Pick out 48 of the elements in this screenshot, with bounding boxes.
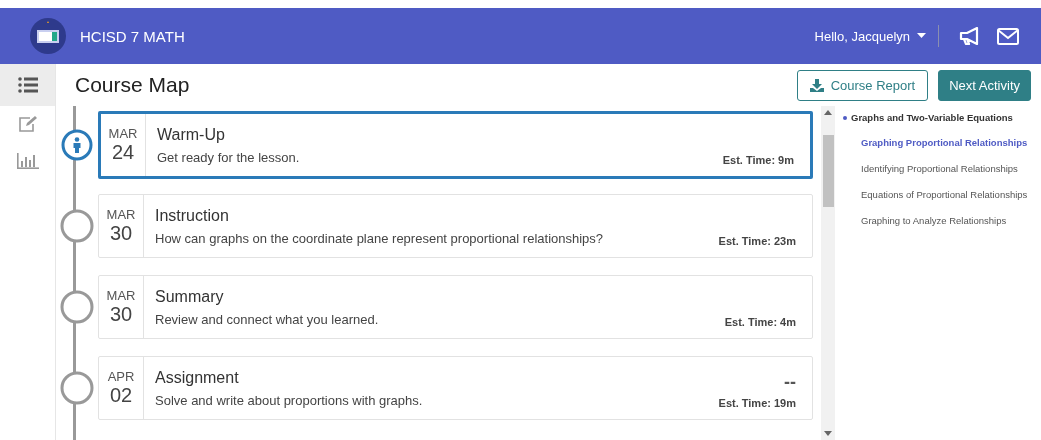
- estimated-time: Est. Time: 9m: [722, 154, 794, 166]
- activity-title: Summary: [155, 287, 225, 306]
- unit-heading[interactable]: Graphs and Two-Variable Equations: [843, 112, 1041, 123]
- next-activity-button[interactable]: Next Activity: [938, 69, 1031, 101]
- scroll-up-icon[interactable]: [824, 110, 832, 115]
- edit-icon: [17, 115, 38, 133]
- activity-description: Get ready for the lesson.: [157, 149, 301, 165]
- activity-score: --: [784, 373, 796, 391]
- lesson-link[interactable]: Equations of Proportional Relationships: [843, 189, 1041, 200]
- mail-icon[interactable]: [997, 27, 1019, 45]
- activity-title: Assignment: [155, 368, 240, 387]
- lesson-link[interactable]: Graphing to Analyze Relationships: [843, 215, 1041, 226]
- bar-chart-icon: [16, 151, 39, 169]
- activity-month: MAR: [108, 126, 138, 141]
- activity-month: APR: [107, 369, 135, 384]
- sidebar-item[interactable]: [0, 64, 55, 106]
- scroll-down-icon[interactable]: [824, 431, 832, 436]
- activity-month: MAR: [106, 288, 136, 303]
- course-report-button[interactable]: Course Report: [796, 69, 929, 101]
- activity-card[interactable]: MAR 30 Summary Review and connect what you learned. Est. Time: 4m: [98, 275, 813, 339]
- estimated-time: Est. Time: 19m: [718, 397, 796, 409]
- lesson-link[interactable]: Graphing Proportional Relationships: [843, 137, 1041, 148]
- page-title: Course Map: [75, 73, 190, 97]
- activity-day: 02: [109, 384, 133, 407]
- activity-day: 30: [109, 222, 133, 245]
- activity-day: 30: [109, 303, 133, 326]
- estimated-time: Est. Time: 4m: [724, 316, 796, 328]
- activity-card[interactable]: MAR 24 Warm-Up Get ready for the lesson. Est. Time: 9m: [98, 111, 813, 179]
- activity-description: How can graphs on the coordinate plane represent proportional relationships?: [155, 230, 605, 246]
- app-title: HCISD 7 MATH: [80, 27, 185, 45]
- caret-icon: [917, 33, 926, 39]
- lesson-link[interactable]: Identifying Proportional Relationships: [843, 163, 1041, 174]
- user-menu[interactable]: Hello, Jacquelyn: [814, 28, 926, 44]
- logo-icon: [30, 18, 66, 54]
- activity-day: 24: [111, 141, 135, 164]
- activity-description: Review and connect what you learned.: [155, 311, 380, 327]
- activity-description: Solve and write about proportions with graphs.: [155, 392, 424, 408]
- megaphone-icon[interactable]: [959, 27, 981, 45]
- activity-month: MAR: [106, 207, 136, 222]
- download-icon: [809, 78, 824, 92]
- scrollbar[interactable]: [821, 106, 835, 440]
- activity-title: Warm-Up: [157, 125, 226, 144]
- list-icon: [17, 77, 38, 93]
- activity-card[interactable]: MAR 30 Instruction How can graphs on the coordinate plane represent proportional relationships? Est. Time: 23m: [98, 194, 813, 258]
- activity-title: Instruction: [155, 206, 230, 225]
- estimated-time: Est. Time: 23m: [718, 235, 796, 247]
- activity-card[interactable]: APR 02 Assignment Solve and write about proportions with graphs. -- Est. Time: 19m: [98, 356, 813, 420]
- scroll-thumb[interactable]: [822, 135, 834, 207]
